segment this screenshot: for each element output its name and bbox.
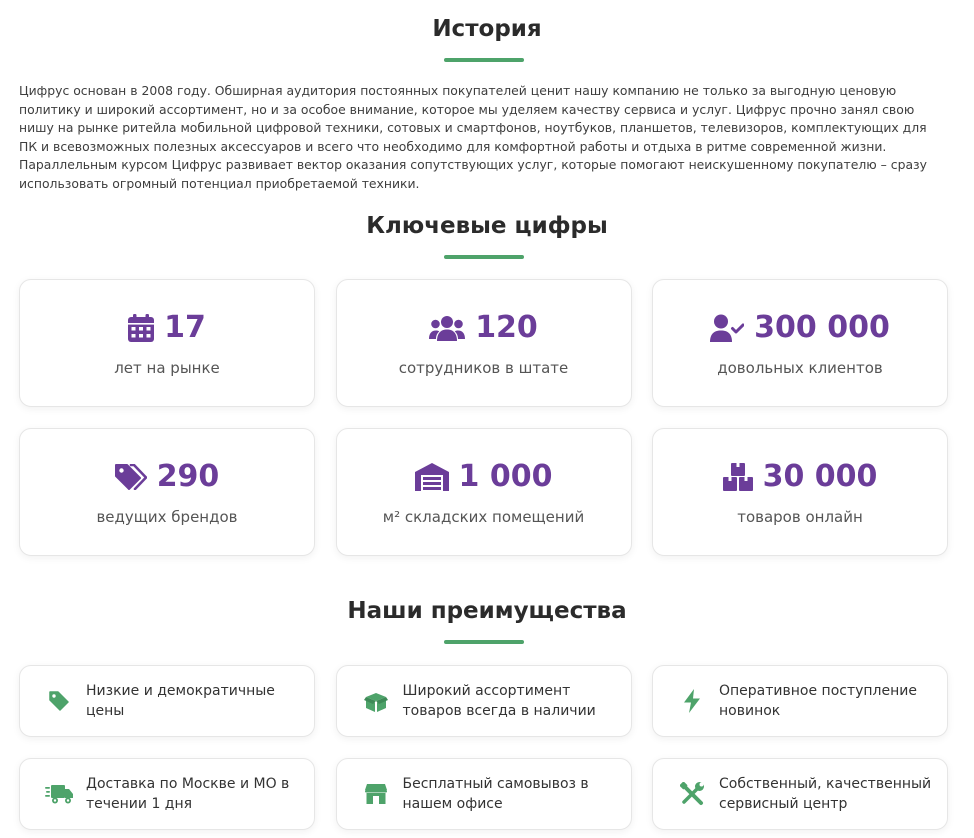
stat-card-years: 17 лет на рынке bbox=[19, 279, 315, 407]
advantages-title: Наши преимущества bbox=[347, 598, 627, 624]
price-tag-icon bbox=[44, 691, 74, 711]
key-figures-title: Ключевые цифры bbox=[366, 213, 608, 239]
stat-card-clients: 300 000 довольных клиентов bbox=[652, 279, 948, 407]
tools-icon bbox=[677, 782, 707, 806]
users-icon bbox=[429, 315, 466, 341]
advantage-text: Доставка по Москве и МО в течении 1 дня bbox=[86, 776, 290, 812]
advantages-grid: Низкие и демократичные цены Широкий ассо… bbox=[19, 665, 948, 830]
open-box-icon bbox=[361, 690, 391, 712]
delivery-truck-icon bbox=[44, 784, 74, 804]
user-check-icon bbox=[710, 314, 745, 342]
calendar-icon bbox=[128, 314, 155, 342]
advantage-card: Оперативное поступление новинок bbox=[652, 665, 948, 737]
store-icon bbox=[361, 784, 391, 804]
advantage-card: Доставка по Москве и МО в течении 1 дня bbox=[19, 758, 315, 830]
stat-card-employees: 120 сотрудников в штате bbox=[335, 279, 632, 407]
boxes-icon bbox=[722, 463, 753, 491]
advantage-text: Бесплатный самовывоз в нашем офисе bbox=[402, 776, 589, 812]
stat-label: м² складских помещений bbox=[382, 508, 585, 526]
stat-value: 290 bbox=[156, 459, 220, 494]
stat-value: 17 bbox=[164, 310, 206, 345]
stat-card-brands: 290 ведущих брендов bbox=[19, 428, 315, 556]
advantage-text: Низкие и демократичные цены bbox=[86, 683, 275, 719]
stat-label: сотрудников в штате bbox=[398, 359, 569, 377]
stat-card-warehouse: 1 000 м² складских помещений bbox=[335, 428, 632, 556]
stat-value: 1 000 bbox=[458, 459, 553, 494]
stat-value: 30 000 bbox=[762, 459, 878, 494]
advantage-text: Широкий ассортимент товаров всегда в нал… bbox=[402, 683, 596, 719]
stat-label: лет на рынке bbox=[114, 359, 220, 377]
stat-label: товаров онлайн bbox=[737, 508, 863, 526]
stat-label: ведущих брендов bbox=[96, 508, 238, 526]
advantage-card: Широкий ассортимент товаров всегда в нал… bbox=[335, 665, 632, 737]
history-title: История bbox=[432, 16, 542, 42]
key-figures-title-underline bbox=[444, 255, 524, 259]
advantages-title-underline bbox=[444, 640, 524, 644]
warehouse-icon bbox=[414, 463, 449, 491]
stat-value: 300 000 bbox=[754, 310, 890, 345]
advantage-card: Низкие и демократичные цены bbox=[19, 665, 315, 737]
advantage-card: Собственный, качественный сервисный цент… bbox=[652, 758, 948, 830]
stat-label: довольных клиентов bbox=[717, 359, 883, 377]
history-text: Цифрус основан в 2008 году. Обширная ауд… bbox=[19, 83, 927, 191]
key-figures-grid: 17 лет на рынке 120 сотрудников в штате … bbox=[19, 279, 948, 556]
advantage-card: Бесплатный самовывоз в нашем офисе bbox=[335, 758, 632, 830]
stat-card-products: 30 000 товаров онлайн bbox=[652, 428, 948, 556]
lightning-icon bbox=[677, 689, 707, 713]
tags-icon bbox=[114, 464, 147, 490]
stat-value: 120 bbox=[475, 310, 538, 345]
advantage-text: Собственный, качественный сервисный цент… bbox=[719, 776, 932, 812]
advantage-text: Оперативное поступление новинок bbox=[719, 683, 917, 719]
history-title-underline bbox=[444, 58, 524, 62]
